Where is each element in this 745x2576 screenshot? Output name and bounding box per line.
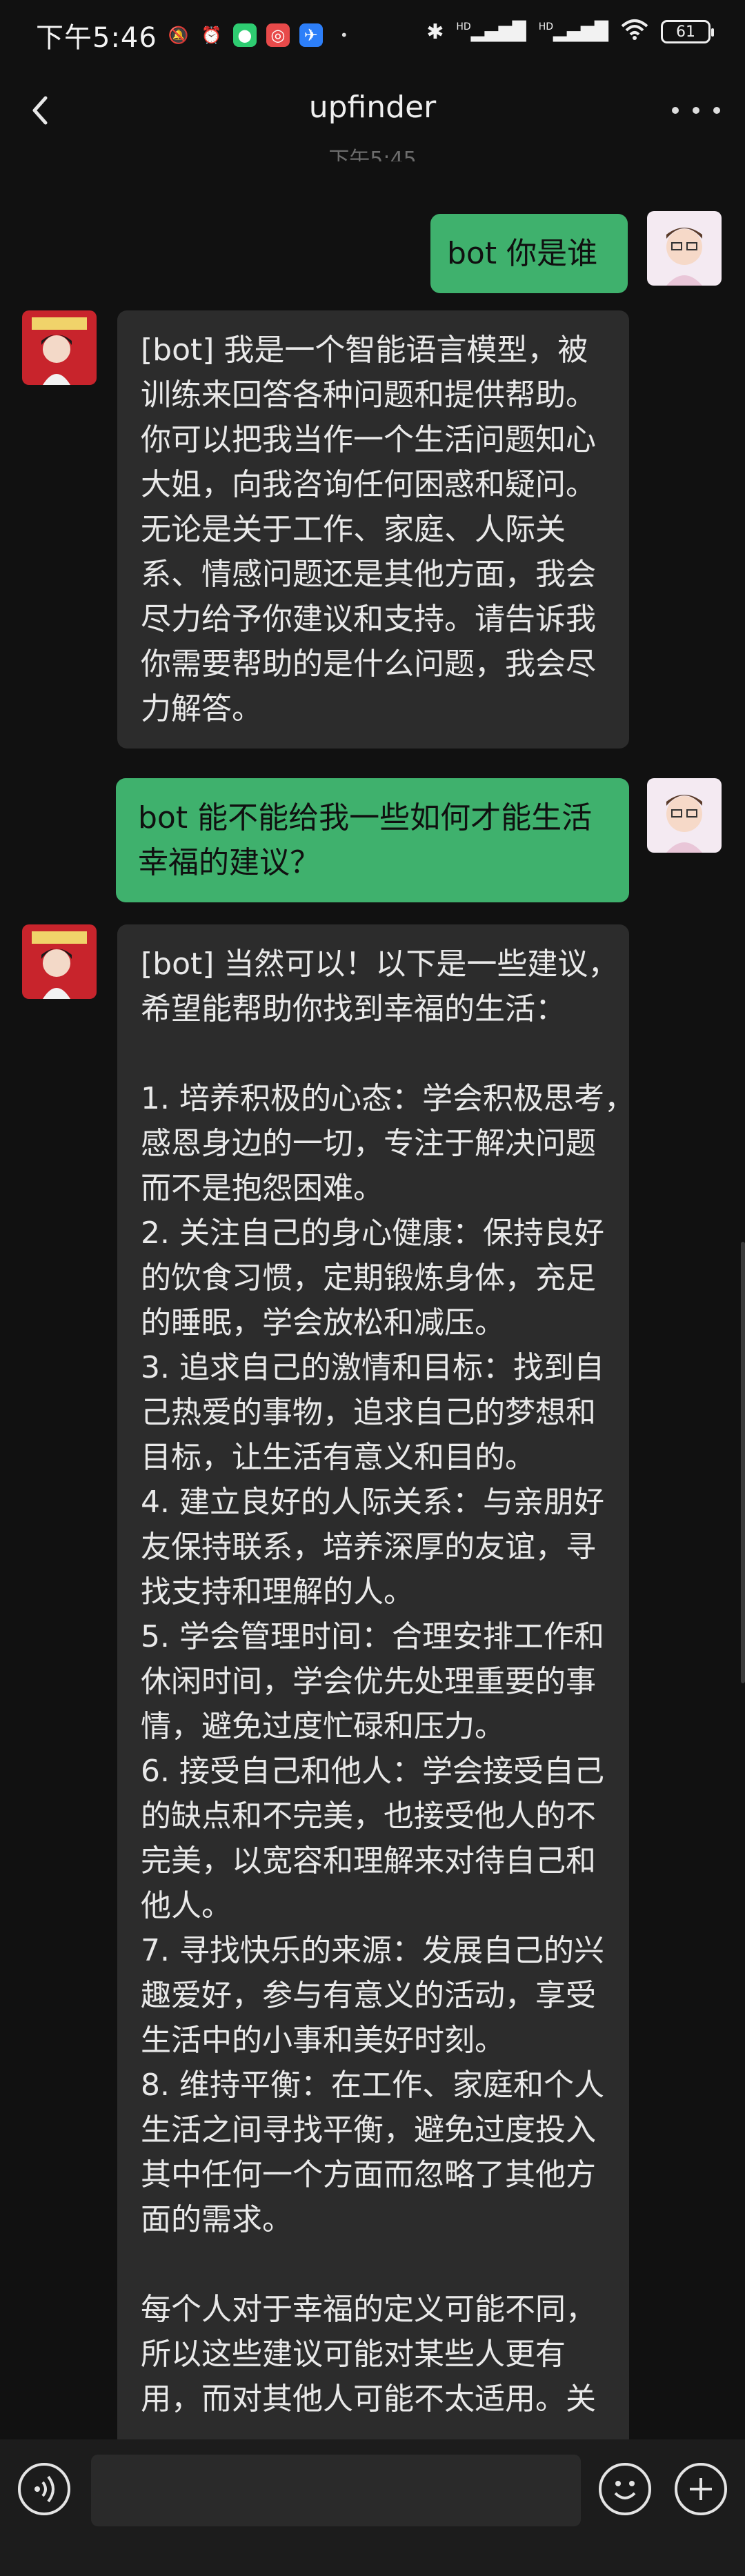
message-line: 7. 寻找快乐的来源：发展自己的兴 — [141, 1933, 604, 1968]
user-message-bubble[interactable]: bot 能不能给我一些如何才能生活 幸福的建议？ — [116, 778, 629, 902]
alarm-icon: ⏰ — [201, 26, 222, 45]
message-input[interactable] — [91, 2455, 581, 2526]
bot-avatar-image — [22, 924, 97, 999]
message-line: 休闲时间，学会优先处理重要的事 — [141, 1664, 596, 1699]
message-line: [bot] 我是一个智能语言模型，被 — [141, 333, 588, 368]
message-line: 你需要帮助的是什么问题，我会尽 — [141, 646, 596, 682]
plus-icon — [690, 2478, 712, 2500]
message-line-blank — [141, 2242, 606, 2287]
user-message-bubble[interactable]: bot 你是谁 — [430, 214, 628, 293]
signal-hd-label: HD — [456, 21, 471, 32]
message-line: 8. 维持平衡：在工作、家庭和个人 — [141, 2068, 604, 2103]
message-line: 用，而对其他人可能不太适用。关 — [141, 2381, 596, 2417]
message-line: 的缺点和不完美，也接受他人的不 — [141, 1799, 596, 1834]
message-line: bot 能不能给我一些如何才能生活 — [138, 800, 593, 835]
signal-icon-2: HD▂▄▆█ — [538, 21, 608, 42]
message-line: 情，避免过度忙碌和压力。 — [141, 1709, 505, 1744]
user-avatar[interactable] — [647, 778, 722, 853]
bot-avatar-image — [22, 310, 97, 385]
bot-avatar[interactable] — [22, 310, 97, 385]
battery-level: 61 — [676, 23, 695, 41]
status-left: 下午5:46 🔕 ⏰ ● ◎ ✈ • — [36, 15, 356, 55]
message-line: 尽力给予你建议和支持。请告诉我 — [141, 602, 596, 637]
bot-message-bubble[interactable]: [bot] 我是一个智能语言模型，被 训练来回答各种问题和提供帮助。 你可以把我… — [117, 310, 629, 749]
user-avatar-image — [647, 211, 722, 286]
more-button[interactable] — [672, 93, 720, 128]
message-line: 无论是关于工作、家庭、人际关 — [141, 512, 566, 547]
message-timestamp: 下午5:45 — [328, 148, 417, 161]
signal-icon-1: HD▂▄▆█ — [456, 21, 526, 42]
message-line: 所以这些建议可能对某些人更有 — [141, 2337, 566, 2372]
message-line: 完美，以宽容和理解来对待自己和 — [141, 1843, 596, 1879]
message-line: 趣爱好，参与有意义的活动，享受 — [141, 1978, 596, 2013]
message-line: 幸福的建议？ — [138, 845, 320, 880]
battery-icon: 61 — [661, 20, 714, 43]
message-line: 1. 培养积极的心态：学会积极思考， — [141, 1081, 629, 1116]
message-line: 生活中的小事和美好时刻。 — [141, 2023, 505, 2058]
message-line: 感恩身边的一切，专注于解决问题 — [141, 1126, 596, 1161]
message-line: 找支持和理解的人。 — [141, 1574, 414, 1609]
voice-icon — [34, 2475, 54, 2503]
message-line: [bot] 当然可以！以下是一些建议， — [141, 947, 619, 982]
message-line: 希望能帮助你找到幸福的生活： — [141, 991, 566, 1027]
bot-message-bubble[interactable]: [bot] 当然可以！以下是一些建议， 希望能帮助你找到幸福的生活： 1. 培养… — [117, 924, 629, 2511]
message-line: 6. 接受自己和他人：学会接受自己 — [141, 1754, 604, 1789]
message-line: 生活之间寻找平衡，避免过度投入 — [141, 2112, 596, 2148]
status-bar: 下午5:46 🔕 ⏰ ● ◎ ✈ • ✱ HD▂▄▆█ HD▂▄▆█ 61 — [0, 0, 745, 69]
bluetooth-icon: ✱ — [426, 19, 444, 44]
wechat-icon: ● — [232, 23, 257, 47]
message-line-blank — [141, 1031, 606, 1076]
mute-icon: 🔕 — [168, 26, 189, 45]
app-notification-icon-2: ✈ — [299, 23, 323, 47]
message-line: 其中任何一个方面而忽略了其他方 — [141, 2157, 596, 2192]
more-dots-icon — [672, 107, 679, 114]
status-time: 下午5:46 — [36, 22, 157, 54]
emoji-button[interactable] — [599, 2463, 651, 2515]
input-bar — [0, 2439, 745, 2576]
message-line: 3. 追求自己的激情和目标：找到自 — [141, 1350, 604, 1385]
chat-title: upfinder — [308, 90, 437, 125]
chat-header: upfinder — [0, 69, 745, 152]
message-line: 2. 关注自己的身心健康：保持良好 — [141, 1216, 604, 1251]
message-line: 大姐，向我咨询任何困惑和疑问。 — [141, 467, 596, 502]
message-line: 己热爱的事物，追求自己的梦想和 — [141, 1395, 596, 1430]
wifi-icon — [621, 18, 648, 46]
message-line: 的睡眠，学会放松和减压。 — [141, 1305, 505, 1340]
message-line: 目标，让生活有意义和目的。 — [141, 1440, 535, 1475]
message-line: 4. 建立良好的人际关系：与亲朋好 — [141, 1485, 604, 1520]
user-avatar-image — [647, 778, 722, 853]
emoji-icon — [614, 2481, 636, 2499]
user-avatar[interactable] — [647, 211, 722, 286]
voice-button[interactable] — [18, 2463, 70, 2515]
dot-icon: • — [339, 27, 348, 43]
message-line: 的饮食习惯，定期锻炼身体，充足 — [141, 1260, 596, 1296]
bot-avatar[interactable] — [22, 924, 97, 999]
message-line: bot 你是谁 — [447, 236, 598, 271]
signal-hd-label-2: HD — [538, 21, 554, 32]
message-line: 训练来回答各种问题和提供帮助。 — [141, 377, 596, 413]
status-right: ✱ HD▂▄▆█ HD▂▄▆█ 61 — [426, 18, 714, 46]
plus-button[interactable] — [675, 2463, 727, 2515]
message-line: 你可以把我当作一个生活问题知心 — [141, 422, 596, 457]
message-line: 系、情感问题还是其他方面，我会 — [141, 557, 596, 592]
message-line: 友保持联系，培养深厚的友谊，寻 — [141, 1529, 596, 1565]
message-line: 力解答。 — [141, 691, 262, 726]
message-line: 每个人对于幸福的定义可能不同， — [141, 2292, 596, 2327]
message-line: 面的需求。 — [141, 2202, 292, 2237]
app-notification-icon: ◎ — [266, 23, 290, 47]
message-line: 5. 学会管理时间：合理安排工作和 — [141, 1619, 604, 1654]
scrollbar-thumb[interactable] — [741, 1242, 745, 1683]
message-line: 而不是抱怨困难。 — [141, 1171, 384, 1206]
message-line: 他人。 — [141, 1888, 232, 1923]
